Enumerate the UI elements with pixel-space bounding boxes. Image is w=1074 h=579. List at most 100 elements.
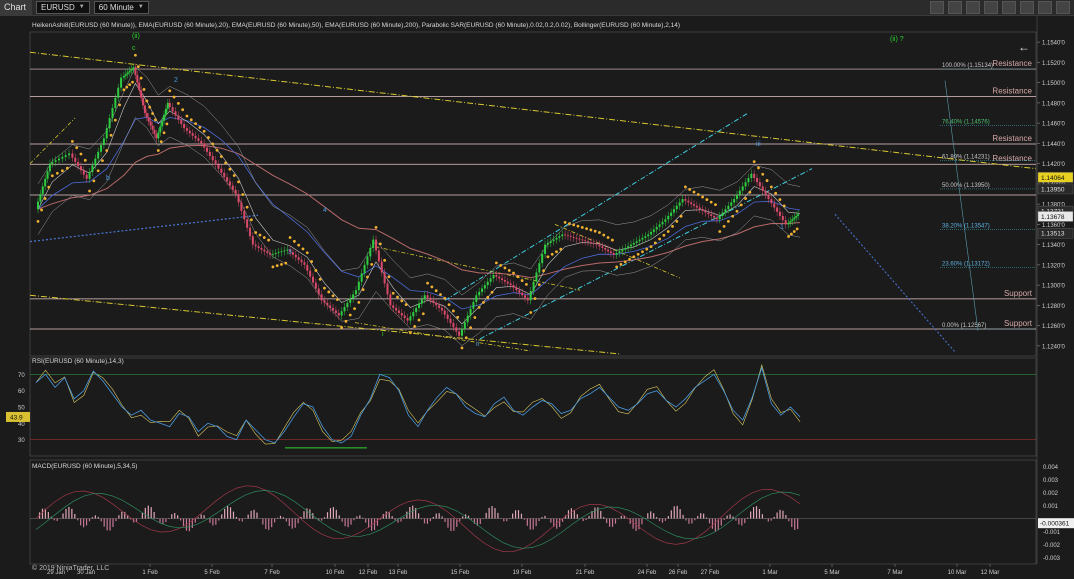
macd-bar	[723, 518, 725, 520]
candle	[415, 307, 418, 313]
candle	[452, 323, 455, 328]
macd-bar	[609, 518, 611, 527]
candle	[789, 221, 792, 223]
macd-bar	[688, 518, 690, 524]
candle	[753, 173, 756, 178]
candle	[105, 128, 108, 139]
sar-dot	[207, 136, 210, 139]
sar-dot	[327, 290, 331, 294]
sar-dot	[159, 140, 163, 144]
candle	[117, 87, 120, 98]
candle	[544, 244, 547, 254]
sar-dot	[744, 197, 747, 200]
sar-dot	[701, 195, 705, 199]
sar-dot	[688, 188, 692, 191]
properties-icon[interactable]	[984, 1, 998, 14]
macd-bar	[376, 518, 379, 526]
sar-dot	[271, 265, 275, 269]
candle	[546, 242, 549, 245]
macd-bar	[614, 518, 617, 524]
macd-bar	[156, 517, 158, 519]
sar-dot	[778, 198, 782, 201]
macd-bar	[400, 518, 402, 522]
draw-tools-icon[interactable]	[930, 1, 944, 14]
candle	[85, 174, 88, 179]
sar-dot	[232, 174, 236, 177]
candle	[595, 243, 598, 245]
candle	[114, 97, 117, 108]
y-tick-label: 1.1420'0	[1042, 162, 1065, 168]
macd-bar	[632, 518, 634, 529]
sar-dot	[774, 191, 778, 195]
candle	[693, 204, 696, 206]
candle	[291, 252, 294, 255]
sar-dot	[241, 193, 245, 196]
macd-bar	[611, 518, 614, 527]
macd-bar	[62, 513, 64, 519]
macd-bar	[197, 517, 199, 519]
period-selector[interactable]: 60 Minute ▼	[93, 1, 149, 14]
sar-dot	[473, 316, 477, 319]
crosshair-icon[interactable]	[948, 1, 962, 14]
macd-bar	[420, 518, 423, 520]
macd-bar	[656, 517, 658, 519]
macd-bar	[56, 518, 58, 521]
candle	[455, 327, 458, 332]
macd-bar	[488, 507, 490, 519]
candle	[128, 70, 131, 73]
sr-label: Resistance	[992, 59, 1032, 68]
macd-bar	[594, 507, 596, 519]
chart-area[interactable]: 1.1540'0 1.1520'0 1.1500'0 1.1480'0 1.1460'0…	[0, 16, 1074, 579]
indicators-icon[interactable]	[1002, 1, 1016, 14]
candle	[667, 215, 670, 220]
macd-bar	[65, 508, 67, 519]
templates-icon[interactable]	[1038, 1, 1052, 14]
chart-tab[interactable]: Chart	[0, 0, 33, 15]
sar-dot	[464, 336, 468, 340]
macd-bar	[617, 518, 620, 520]
macd-bar	[661, 518, 664, 523]
candle	[126, 72, 129, 75]
strategies-icon[interactable]	[1020, 1, 1034, 14]
macd-bar	[506, 518, 508, 522]
candle	[372, 239, 375, 248]
candle	[97, 151, 100, 159]
macd-bar	[165, 518, 167, 523]
macd-tick-label: -0.001	[1043, 530, 1061, 536]
y-tick-label: 1.1320'0	[1042, 263, 1065, 269]
instrument-selector[interactable]: EURUSD ▼	[36, 1, 90, 14]
candle	[263, 249, 266, 252]
macd-bar	[203, 515, 205, 519]
candle	[566, 235, 569, 237]
sar-dot	[735, 209, 739, 213]
sar-dot	[101, 159, 104, 162]
price-marker-label: 1.14064	[1041, 175, 1065, 182]
chevron-down-icon: ▼	[78, 4, 85, 10]
macd-bar	[418, 513, 420, 519]
candle	[140, 90, 143, 98]
candle	[767, 194, 770, 200]
macd-bar	[544, 515, 546, 519]
zoom-icon[interactable]	[966, 1, 980, 14]
sar-dot	[632, 255, 636, 259]
sar-dot	[113, 118, 117, 122]
sar-dot	[546, 255, 550, 259]
macd-bar	[485, 512, 487, 519]
macd-bar	[274, 518, 276, 523]
wave-label: c	[132, 45, 136, 52]
macd-bar	[297, 518, 299, 524]
candle	[317, 288, 320, 295]
candle	[91, 165, 94, 173]
candle	[609, 251, 612, 254]
more-icon[interactable]	[1056, 1, 1070, 14]
candle	[346, 302, 349, 308]
chart-canvas[interactable]: 1.1540'0 1.1520'0 1.1500'0 1.1480'0 1.1460'0…	[0, 16, 1074, 579]
candle	[297, 257, 300, 260]
candle	[403, 315, 406, 319]
sar-dot	[718, 230, 722, 233]
candle	[730, 202, 733, 206]
sar-dot	[610, 238, 614, 242]
candle	[670, 212, 673, 216]
candle	[257, 246, 260, 248]
candle	[578, 238, 581, 240]
